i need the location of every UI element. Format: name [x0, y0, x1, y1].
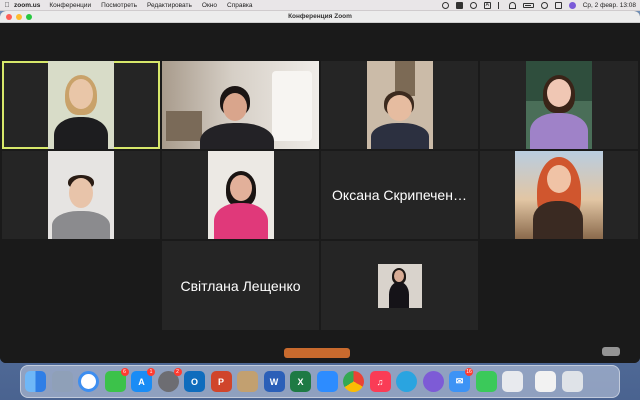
- bluetooth-icon[interactable]: [497, 2, 502, 9]
- participant-tile-4[interactable]: [480, 61, 638, 149]
- finder-icon[interactable]: [25, 371, 46, 392]
- participant-tile-10[interactable]: [321, 241, 478, 330]
- window-title: Конференция Zoom: [288, 13, 352, 20]
- mail-badge: 16: [465, 368, 473, 376]
- appstore-icon[interactable]: A 1: [131, 368, 155, 392]
- notes-icon[interactable]: [535, 371, 556, 392]
- participant-video-5: [48, 151, 114, 239]
- system-preferences-icon[interactable]: 2: [157, 368, 182, 392]
- appstore-badge: 1: [147, 368, 155, 376]
- menu-bar:  zoom.us Конференции Посмотреть Редакти…: [0, 0, 640, 11]
- facetime-icon[interactable]: 6: [104, 368, 129, 392]
- menu-conferences[interactable]: Конференции: [49, 2, 91, 9]
- control-center-icon[interactable]: [554, 2, 562, 9]
- zoom-icon[interactable]: [316, 371, 338, 392]
- telegram-icon[interactable]: [396, 371, 417, 392]
- window-titlebar: Конференция Zoom: [0, 11, 640, 23]
- menu-view[interactable]: Посмотреть: [101, 2, 137, 9]
- participant-tile-6[interactable]: [162, 151, 319, 239]
- music-icon[interactable]: ♫: [369, 371, 391, 392]
- menu-app-name[interactable]: zoom.us: [14, 2, 40, 9]
- participant-name-svitlana: Світлана Лещенко: [180, 277, 301, 294]
- apple-icon[interactable]: : [0, 2, 14, 9]
- participant-tile-7[interactable]: Оксана Скрипечен…: [321, 151, 478, 239]
- menu-help[interactable]: Справка: [227, 2, 253, 9]
- menu-window[interactable]: Окно: [202, 2, 217, 9]
- participant-tile-9[interactable]: Світлана Лещенко: [162, 241, 319, 330]
- participant-video-8: [515, 151, 603, 239]
- word-icon[interactable]: W: [263, 371, 285, 392]
- clock-icon[interactable]: [469, 2, 477, 9]
- chrome-icon[interactable]: [343, 371, 364, 392]
- input-language-icon[interactable]: A: [483, 2, 491, 9]
- outlook-icon[interactable]: O: [184, 371, 205, 392]
- siri-icon[interactable]: [568, 2, 576, 9]
- facetime-badge: 6: [120, 368, 129, 376]
- wifi-icon[interactable]: [508, 2, 516, 9]
- screen-record-icon[interactable]: [455, 2, 463, 9]
- mail-icon[interactable]: ✉ 16: [449, 368, 473, 392]
- zoom-status-icon[interactable]: [441, 2, 449, 9]
- participant-tile-5[interactable]: [2, 151, 160, 239]
- participant-video-4: [526, 61, 592, 149]
- trash-icon[interactable]: [561, 371, 583, 392]
- background-window-button: [284, 348, 350, 358]
- zoom-meeting-window: Конференция Zoom Оксана Скрипечен… Світл…: [0, 11, 640, 363]
- dock: 6 A 1 2 O P W X ♫ ✉ 16: [20, 365, 620, 398]
- background-window-control: [602, 347, 620, 356]
- messages-icon[interactable]: [475, 371, 497, 392]
- viber-icon[interactable]: [422, 371, 444, 392]
- launchpad-icon[interactable]: [51, 371, 73, 392]
- menu-edit[interactable]: Редактировать: [147, 2, 192, 9]
- participant-tile-1[interactable]: [2, 61, 160, 149]
- powerpoint-icon[interactable]: P: [210, 371, 232, 392]
- safari-icon[interactable]: [78, 371, 99, 392]
- participant-video-3: [366, 61, 433, 149]
- participant-name-oksana: Оксана Скрипечен…: [332, 187, 467, 203]
- video-gallery: Оксана Скрипечен… Світлана Лещенко: [0, 23, 640, 363]
- search-icon[interactable]: [540, 2, 548, 9]
- participant-tile-3[interactable]: [321, 61, 478, 149]
- battery-icon[interactable]: [522, 3, 534, 8]
- participant-video-1: [48, 61, 114, 149]
- participant-video-10: [377, 263, 422, 308]
- participant-video-6: [207, 151, 274, 239]
- participant-tile-8[interactable]: [480, 151, 638, 239]
- settings-badge: 2: [173, 368, 182, 376]
- archive-icon[interactable]: [237, 371, 258, 392]
- preview-icon[interactable]: [502, 371, 523, 392]
- participant-video-2: [162, 61, 319, 149]
- excel-icon[interactable]: X: [290, 371, 311, 392]
- participant-tile-2[interactable]: [162, 61, 319, 149]
- menubar-datetime[interactable]: Ср, 2 февр. 13:08: [583, 2, 636, 9]
